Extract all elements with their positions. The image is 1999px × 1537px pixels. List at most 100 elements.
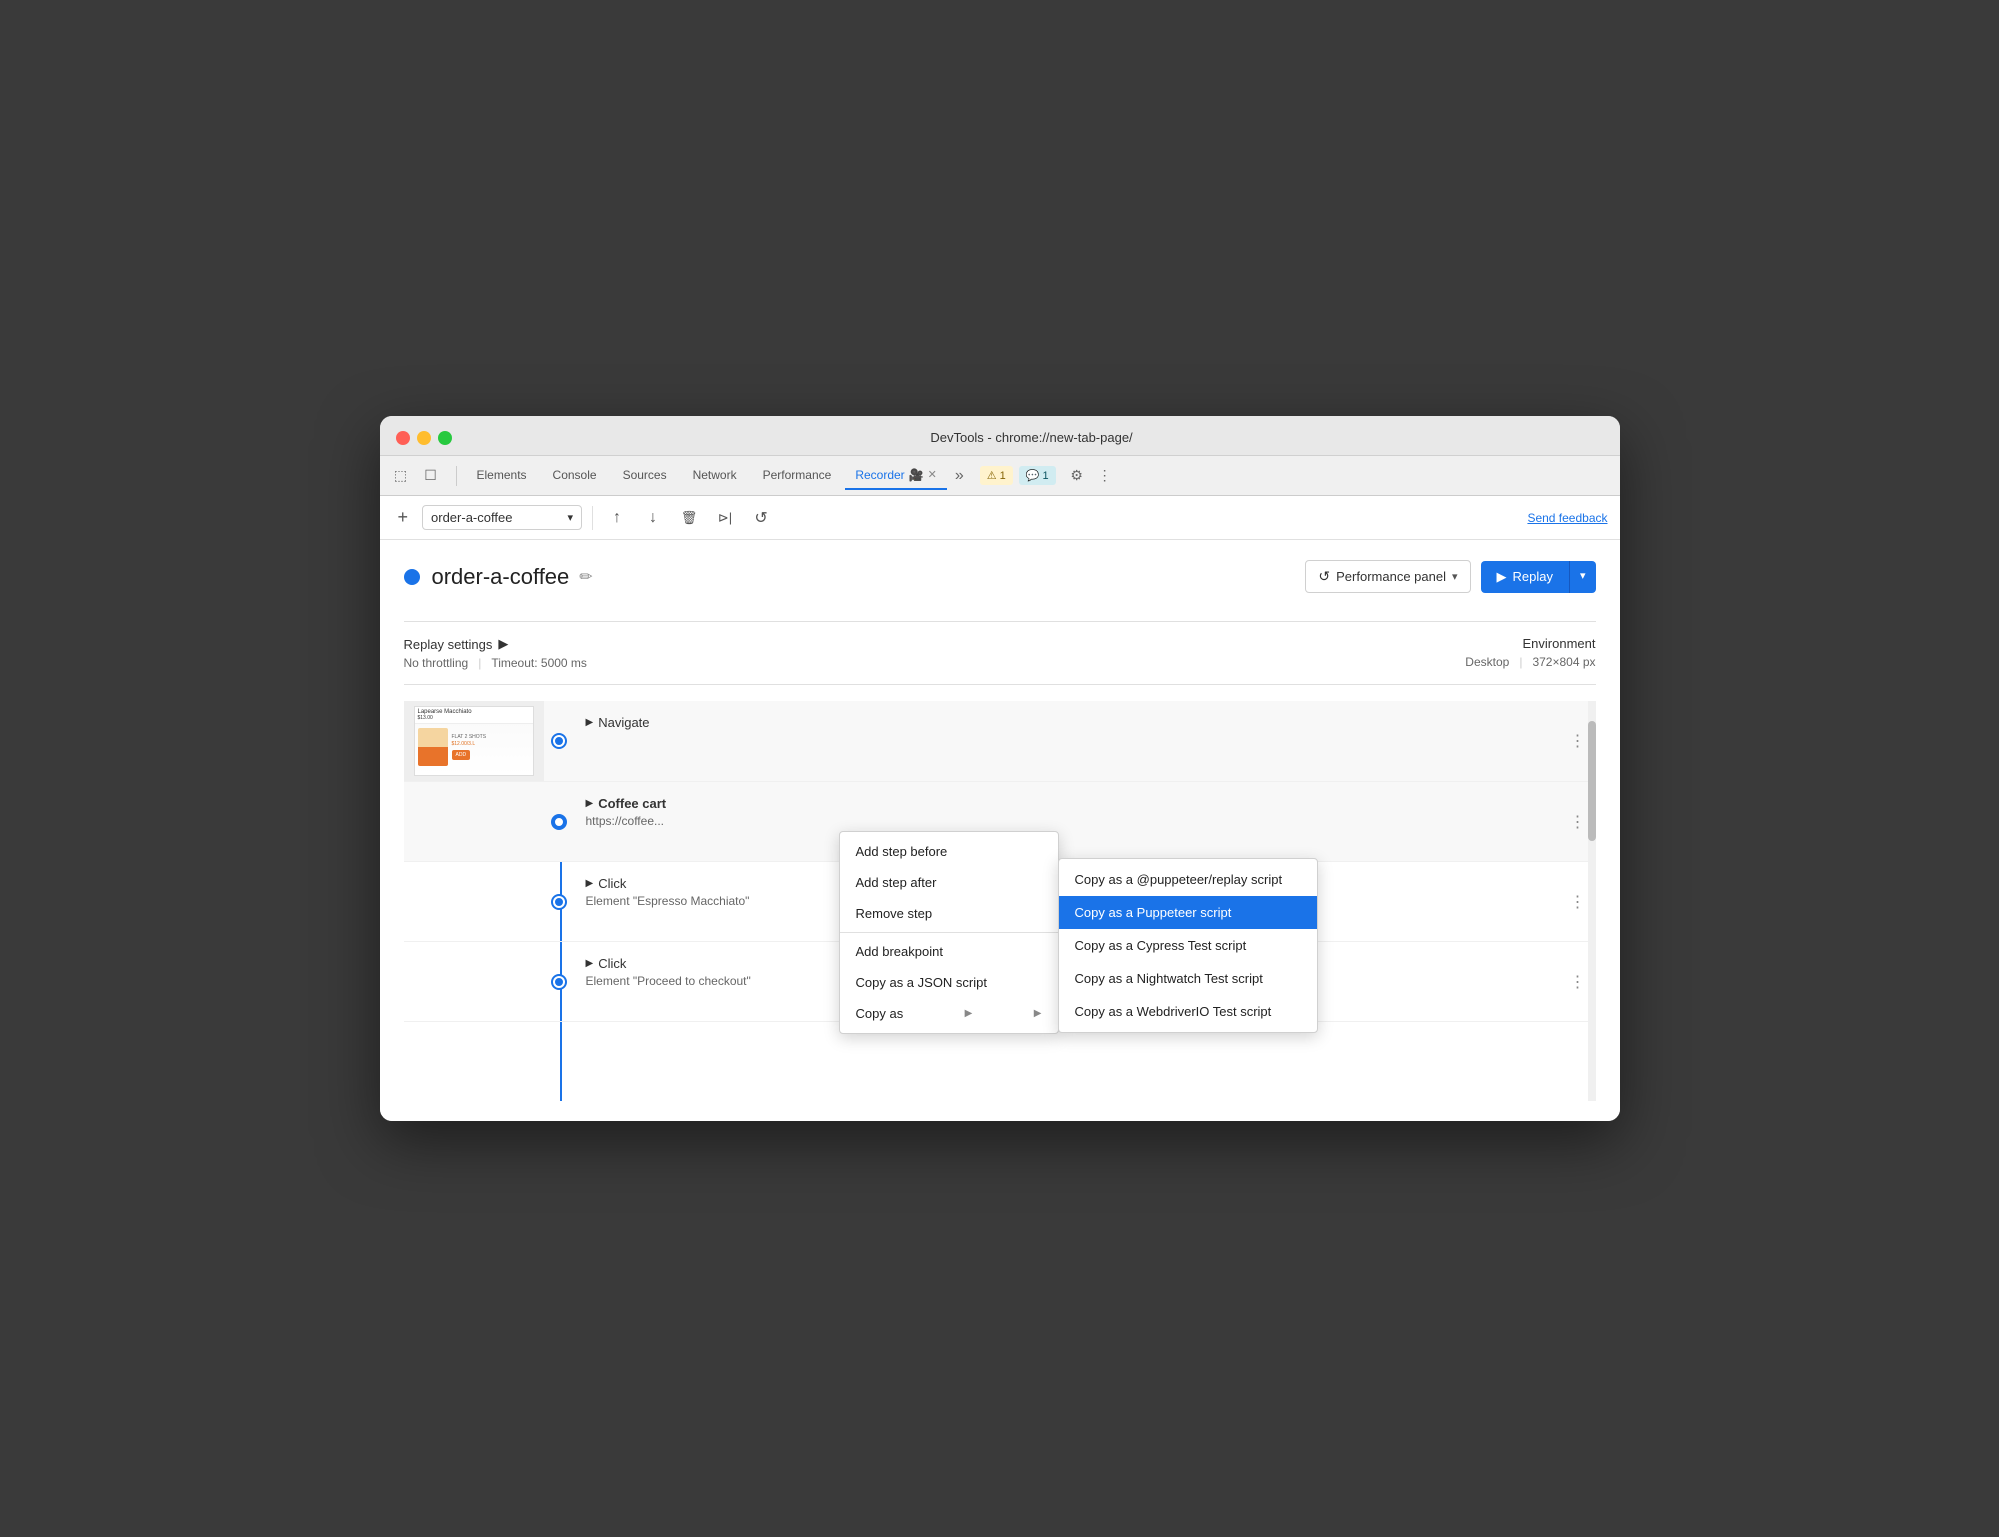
throttling-label: No throttling xyxy=(404,656,469,670)
export-icon: ↑ xyxy=(613,509,621,527)
step-navigate-content: ▶ Navigate xyxy=(574,701,1560,781)
step-icon: ⊳| xyxy=(718,510,732,526)
env-size: 372×804 px xyxy=(1532,655,1595,669)
circle-replay-icon: ↺ xyxy=(754,508,767,528)
maximize-button[interactable] xyxy=(438,431,452,445)
send-feedback-link[interactable]: Send feedback xyxy=(1527,511,1607,525)
chevron-icon: ▶ xyxy=(586,717,594,728)
tab-console[interactable]: Console xyxy=(541,462,609,490)
step-coffee-cart-dot xyxy=(553,816,565,828)
tab-performance[interactable]: Performance xyxy=(751,462,844,490)
tab-network[interactable]: Network xyxy=(681,462,749,490)
step-navigate-node xyxy=(544,701,574,781)
replay-main-button[interactable]: ▶ Replay xyxy=(1481,561,1569,593)
info-badge[interactable]: 💬 1 xyxy=(1019,466,1056,485)
main-content: order-a-coffee ✏ ↺ Performance panel ▾ ▶… xyxy=(380,540,1620,1121)
replay-dropdown-icon: ▾ xyxy=(1580,570,1586,582)
recording-selector[interactable]: order-a-coffee ▾ xyxy=(422,505,582,530)
devtools-tab-bar: ⬚ ☐ Elements Console Sources Network Per… xyxy=(380,456,1620,496)
menu-add-step-before[interactable]: Add step before xyxy=(840,836,1058,867)
submenu-cypress[interactable]: Copy as a Cypress Test script xyxy=(1059,929,1317,962)
step-play-button[interactable]: ⊳| xyxy=(711,504,739,532)
replay-settings-toggle[interactable]: Replay settings ▶ xyxy=(404,636,587,652)
warning-badge[interactable]: ⚠ 1 xyxy=(980,466,1013,485)
step-coffee-cart-content: ▶ Coffee cart https://coffee... xyxy=(574,782,1560,861)
chevron-icon: ▶ xyxy=(586,878,594,889)
step-click-2-node xyxy=(544,942,574,1021)
step-navigate: Lapearse Macchiato$13.00 FLAT 2 SHOTS $1… xyxy=(404,701,1596,782)
recording-status-dot xyxy=(404,569,420,585)
tab-sources[interactable]: Sources xyxy=(611,462,679,490)
submenu-webdriverio[interactable]: Copy as a WebdriverIO Test script xyxy=(1059,995,1317,1028)
menu-add-step-after[interactable]: Add step after xyxy=(840,867,1058,898)
traffic-lights xyxy=(396,431,452,445)
replay-settings-label: Replay settings xyxy=(404,637,493,652)
add-recording-button[interactable]: + xyxy=(392,505,415,530)
timeout-label: Timeout: 5000 ms xyxy=(491,656,587,670)
window-title: DevTools - chrome://new-tab-page/ xyxy=(460,430,1604,445)
header-actions: ↺ Performance panel ▾ ▶ Replay ▾ xyxy=(1305,560,1595,593)
tab-icons: ⬚ ☐ xyxy=(388,463,444,489)
replay-button-group: ▶ Replay ▾ xyxy=(1481,561,1596,593)
step-click-1-node xyxy=(544,862,574,941)
scrollbar-thumb[interactable] xyxy=(1588,721,1596,841)
recorder-icon: 🎥 xyxy=(909,468,924,482)
tab-recorder-label: Recorder xyxy=(855,468,904,482)
step-navigate-thumbnail: Lapearse Macchiato$13.00 FLAT 2 SHOTS $1… xyxy=(404,701,544,781)
delete-button[interactable]: 🗑 xyxy=(675,504,703,532)
step-coffee-cart-thumbnail-empty xyxy=(404,782,544,861)
circle-replay-button[interactable]: ↺ xyxy=(747,504,775,532)
more-tabs-button[interactable]: » xyxy=(949,467,970,485)
menu-add-breakpoint[interactable]: Add breakpoint xyxy=(840,936,1058,967)
perf-panel-label: Performance panel xyxy=(1336,569,1446,584)
submenu-puppeteer-replay[interactable]: Copy as a @puppeteer/replay script xyxy=(1059,863,1317,896)
step-click-2-thumbnail-empty xyxy=(404,942,544,1021)
chevron-down-icon: ▾ xyxy=(567,511,573,524)
scrollbar-track xyxy=(1588,701,1596,1101)
import-icon: ↓ xyxy=(649,509,657,527)
copy-as-submenu: Copy as a @puppeteer/replay script Copy … xyxy=(1058,858,1318,1033)
submenu-nightwatch[interactable]: Copy as a Nightwatch Test script xyxy=(1059,962,1317,995)
cursor-icon[interactable]: ⬚ xyxy=(388,463,414,489)
perf-panel-dropdown-icon: ▾ xyxy=(1452,570,1458,583)
chevron-icon: ▶ xyxy=(586,798,594,809)
close-button[interactable] xyxy=(396,431,410,445)
recording-title: order-a-coffee xyxy=(432,564,570,590)
toolbar-separator xyxy=(592,506,593,530)
settings-icon[interactable]: ⚙ xyxy=(1064,463,1090,489)
more-options-icon[interactable]: ⋮ xyxy=(1092,463,1118,489)
export-button[interactable]: ↑ xyxy=(603,504,631,532)
env-device: Desktop xyxy=(1465,655,1509,669)
menu-copy-as[interactable]: Copy as ▶ Copy as a @puppeteer/replay sc… xyxy=(840,998,1058,1029)
tab-recorder[interactable]: Recorder 🎥 ✕ xyxy=(845,462,947,490)
menu-separator-1 xyxy=(840,932,1058,933)
browser-window: DevTools - chrome://new-tab-page/ ⬚ ☐ El… xyxy=(380,416,1620,1121)
step-click-1-thumbnail-empty xyxy=(404,862,544,941)
step-navigate-dot xyxy=(553,735,565,747)
minimize-button[interactable] xyxy=(417,431,431,445)
performance-panel-button[interactable]: ↺ Performance panel ▾ xyxy=(1305,560,1470,593)
tab-elements[interactable]: Elements xyxy=(465,462,539,490)
replay-dropdown-button[interactable]: ▾ xyxy=(1569,561,1596,593)
step-coffee-cart-label: ▶ Coffee cart xyxy=(586,796,1548,811)
settings-left: Replay settings ▶ No throttling | Timeou… xyxy=(404,636,587,670)
replay-settings-arrow: ▶ xyxy=(498,636,508,652)
toolbar: + order-a-coffee ▾ ↑ ↓ 🗑 ⊳| ↺ Send feedb… xyxy=(380,496,1620,540)
import-button[interactable]: ↓ xyxy=(639,504,667,532)
settings-separator: | xyxy=(478,656,481,670)
menu-copy-json[interactable]: Copy as a JSON script xyxy=(840,967,1058,998)
context-menu: Add step before Add step after Remove st… xyxy=(839,831,1059,1034)
menu-remove-step[interactable]: Remove step xyxy=(840,898,1058,929)
submenu-puppeteer[interactable]: Copy as a Puppeteer script xyxy=(1059,896,1317,929)
edit-title-icon[interactable]: ✏ xyxy=(579,567,592,587)
tab-close-icon[interactable]: ✕ xyxy=(928,468,937,481)
environment-value: Desktop | 372×804 px xyxy=(1465,655,1595,669)
delete-icon: 🗑 xyxy=(681,510,698,526)
step-navigate-label: ▶ Navigate xyxy=(586,715,1548,730)
settings-section: Replay settings ▶ No throttling | Timeou… xyxy=(404,621,1596,685)
step-coffee-cart-url: https://coffee... xyxy=(586,814,1548,828)
step-coffee-cart-node xyxy=(544,782,574,861)
device-icon[interactable]: ☐ xyxy=(418,463,444,489)
environment-title: Environment xyxy=(1465,636,1595,651)
perf-panel-icon: ↺ xyxy=(1318,568,1330,585)
